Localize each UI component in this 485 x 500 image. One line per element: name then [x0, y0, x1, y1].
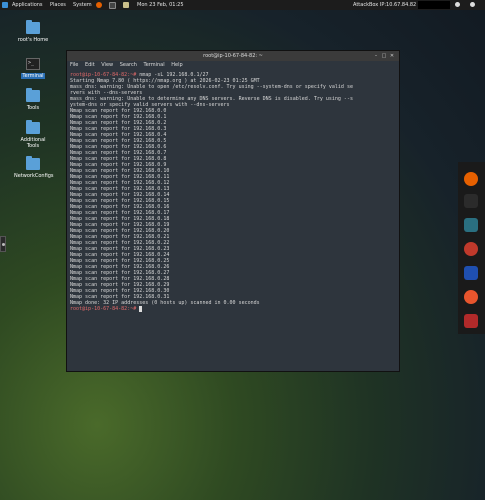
scan-output: Starting Nmap 7.80 ( https://nmap.org ) …	[70, 78, 353, 306]
firefox-icon[interactable]	[464, 172, 478, 186]
terminal-icon	[26, 58, 40, 70]
close-icon[interactable]: ✕	[388, 51, 396, 61]
system-menu[interactable]: System	[73, 0, 92, 10]
power-icon[interactable]	[470, 2, 475, 7]
terminal-output[interactable]: root@ip-10-67-84-82:~# nmap -sL 192.168.…	[70, 72, 396, 369]
window-controls: – □ ✕	[372, 51, 396, 61]
clock: Mon 23 Feb, 01:25	[137, 2, 184, 8]
kali-dragon-icon[interactable]	[464, 314, 478, 328]
tools-folder-icon	[26, 88, 40, 102]
metasploit-icon[interactable]	[464, 266, 478, 280]
indicator-icon[interactable]	[455, 2, 460, 7]
firefox-launcher-icon[interactable]	[96, 2, 102, 8]
home-folder-icon	[26, 20, 40, 34]
terminal-launcher-icon[interactable]	[109, 2, 116, 9]
terminal-icon[interactable]	[464, 194, 478, 208]
menu-search[interactable]: Search	[120, 62, 137, 68]
window-titlebar[interactable]: root@ip-10-67-84-82: ~ – □ ✕	[67, 51, 399, 61]
maximize-icon[interactable]: □	[380, 51, 388, 61]
files-launcher-icon[interactable]	[123, 2, 129, 8]
desktop-icon-networkconfigs[interactable]: NetworkConfigs	[13, 156, 54, 179]
desktop-icon-tools[interactable]: Tools	[13, 88, 53, 111]
applications-menu[interactable]: Applications	[12, 0, 43, 10]
places-menu[interactable]: Places	[50, 0, 66, 10]
terminal-window: root@ip-10-67-84-82: ~ – □ ✕ File Edit Vie…	[66, 50, 400, 372]
menu-terminal[interactable]: Terminal	[144, 62, 165, 68]
text-cursor	[139, 306, 143, 312]
side-panel-handle[interactable]	[0, 236, 6, 252]
burp-icon[interactable]	[464, 218, 478, 232]
target-icon[interactable]	[464, 242, 478, 256]
app-dock	[458, 162, 485, 334]
menu-view[interactable]: View	[101, 62, 113, 68]
desktop-icon-terminal[interactable]: Terminal	[13, 58, 53, 79]
additional-tools-folder-icon	[26, 120, 40, 134]
desktop-icon-home[interactable]: root's Home	[13, 20, 53, 43]
window-title: root@ip-10-67-84-82: ~	[203, 53, 263, 59]
menu-file[interactable]: File	[70, 62, 78, 68]
final-prompt: root@ip-10-67-84-82:~#	[70, 306, 137, 312]
redaction-box	[418, 1, 450, 9]
top-panel: Applications Places System Mon 23 Feb, 0…	[0, 0, 485, 10]
networkconfigs-folder-icon	[26, 156, 40, 170]
compass-icon[interactable]	[464, 290, 478, 304]
menu-edit[interactable]: Edit	[85, 62, 95, 68]
desktop-icon-additional-tools[interactable]: Additional Tools	[13, 120, 53, 149]
app-menu-icon[interactable]	[2, 2, 8, 8]
minimize-icon[interactable]: –	[372, 51, 380, 61]
menu-bar: File Edit View Search Terminal Help	[67, 61, 399, 70]
menu-help[interactable]: Help	[171, 62, 182, 68]
attackbox-ip: AttackBox IP:10.67.84.82	[353, 2, 417, 8]
